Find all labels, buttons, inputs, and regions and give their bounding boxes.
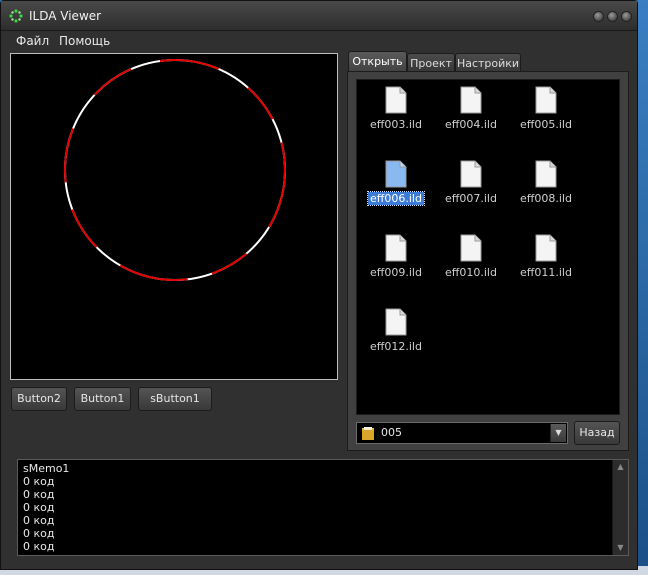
button2[interactable]: Button2	[11, 387, 67, 411]
title-bar[interactable]: ILDA Viewer	[1, 1, 637, 31]
tab-project[interactable]: Проект	[407, 53, 455, 73]
memo-line: sMemo1	[23, 462, 70, 475]
close-button[interactable]	[621, 11, 632, 22]
document-icon	[535, 160, 557, 188]
laser-preview-canvas	[10, 53, 338, 380]
memo-line: 0 код	[23, 540, 55, 553]
laser-circle-drawing	[64, 59, 286, 281]
laser-circle-white	[64, 59, 286, 281]
file-name: eff011.ild	[520, 266, 572, 279]
memo-line: 0 код	[23, 527, 55, 540]
minimize-button[interactable]	[593, 11, 604, 22]
log-memo[interactable]: sMemo1 0 код 0 код 0 код 0 код 0 код 0 код ▲ ▼	[17, 459, 629, 556]
memo-line: 0 код	[23, 475, 55, 488]
tab-settings[interactable]: Настройки	[455, 53, 521, 73]
folder-icon	[362, 427, 374, 440]
file-item[interactable]: eff012.ild	[361, 308, 431, 353]
file-item[interactable]: eff008.ild	[511, 160, 581, 205]
memo-line: 0 код	[23, 514, 55, 527]
file-name: eff012.ild	[370, 340, 422, 353]
scroll-up-icon[interactable]: ▲	[613, 460, 628, 474]
file-item[interactable]: eff006.ild	[361, 160, 431, 206]
document-icon	[460, 234, 482, 262]
file-item[interactable]: eff010.ild	[436, 234, 506, 279]
file-name: eff008.ild	[520, 192, 572, 205]
desktop-background	[638, 0, 648, 575]
button1[interactable]: Button1	[74, 387, 131, 411]
file-name: eff004.ild	[445, 118, 497, 131]
document-icon	[535, 86, 557, 114]
file-name: eff005.ild	[520, 118, 572, 131]
file-item[interactable]: eff004.ild	[436, 86, 506, 131]
file-item[interactable]: eff003.ild	[361, 86, 431, 131]
ilda-logo-icon	[9, 9, 23, 23]
file-item[interactable]: eff007.ild	[436, 160, 506, 205]
file-item[interactable]: eff005.ild	[511, 86, 581, 131]
document-icon	[385, 160, 407, 188]
window-title: ILDA Viewer	[29, 9, 102, 23]
folder-combo[interactable]: 005 ▼	[356, 422, 568, 444]
sbutton1[interactable]: sButton1	[138, 387, 212, 411]
file-name: eff007.ild	[445, 192, 497, 205]
laser-circle-red	[64, 59, 286, 281]
document-icon	[460, 160, 482, 188]
maximize-button[interactable]	[607, 11, 618, 22]
document-icon	[385, 308, 407, 336]
back-button[interactable]: Назад	[574, 421, 620, 445]
document-icon	[385, 86, 407, 114]
menu-file[interactable]: Файл	[16, 34, 49, 48]
menu-help[interactable]: Помощь	[59, 34, 110, 48]
tab-open[interactable]: Открыть	[348, 51, 407, 73]
app-window: ILDA Viewer Файл Помощь Button2 Button1 …	[0, 0, 638, 570]
memo-line: 0 код	[23, 501, 55, 514]
document-icon	[385, 234, 407, 262]
file-item[interactable]: eff009.ild	[361, 234, 431, 279]
file-browser[interactable]: eff003.ild eff004.ild eff005.ild eff006.ild…	[356, 79, 620, 415]
document-icon	[535, 234, 557, 262]
memo-line: 0 код	[23, 488, 55, 501]
file-name: eff003.ild	[370, 118, 422, 131]
file-name: eff006.ild	[367, 191, 425, 206]
folder-combo-value: 005	[381, 426, 402, 439]
file-name: eff009.ild	[370, 266, 422, 279]
menu-bar: Файл Помощь	[1, 31, 637, 51]
document-icon	[460, 86, 482, 114]
file-name: eff010.ild	[445, 266, 497, 279]
chevron-down-icon[interactable]: ▼	[550, 424, 566, 442]
scroll-down-icon[interactable]: ▼	[613, 541, 628, 555]
file-item[interactable]: eff011.ild	[511, 234, 581, 279]
memo-scrollbar[interactable]: ▲ ▼	[612, 460, 628, 555]
